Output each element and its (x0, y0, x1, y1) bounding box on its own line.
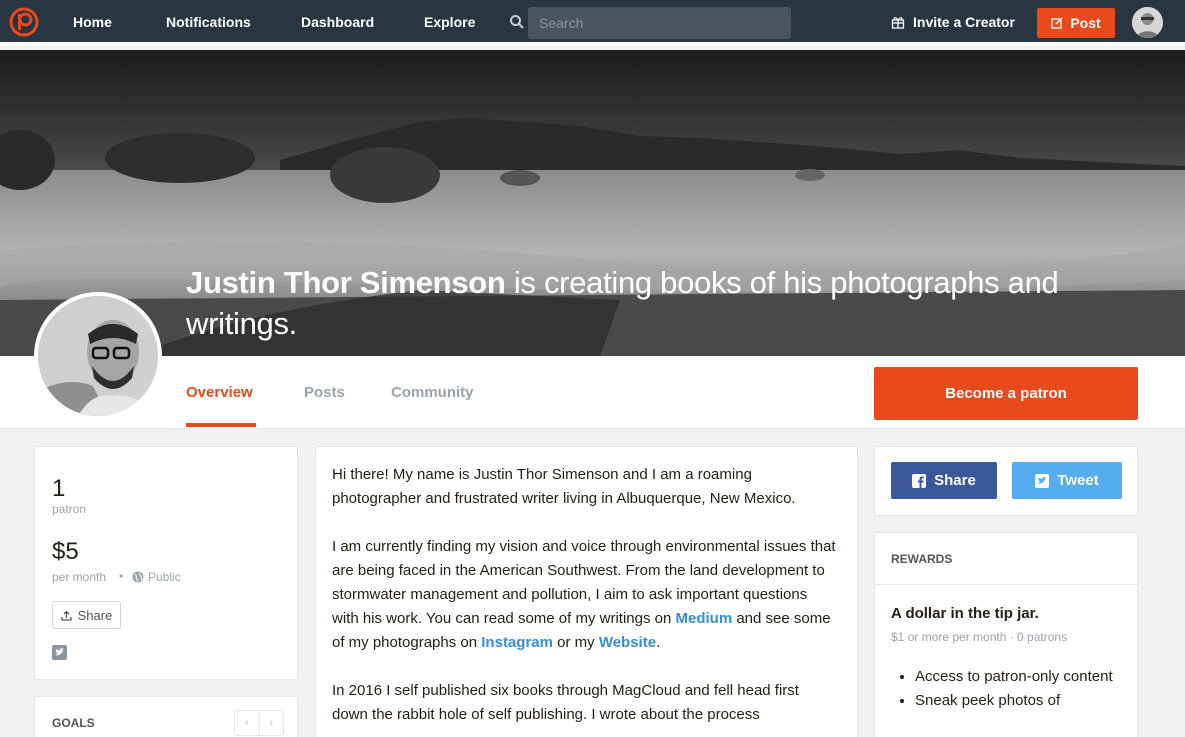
about-card: Hi there! My name is Justin Thor Simenso… (315, 446, 858, 737)
facebook-share-label: Share (934, 472, 976, 489)
patron-label: patron (52, 502, 87, 516)
list-item: Sneak peek photos of (915, 689, 1115, 713)
goals-heading: GOALS (52, 716, 95, 730)
rewards-heading: REWARDS (891, 552, 953, 566)
creator-avatar (34, 292, 162, 420)
post-button[interactable]: Post (1037, 8, 1115, 38)
tab-community[interactable]: Community (391, 384, 474, 401)
chevron-right-icon[interactable]: › (258, 711, 284, 735)
stats-card: 1 patron $5 per month • Public Share (34, 446, 298, 680)
social-share-card: Share Tweet (874, 446, 1138, 516)
tab-overview[interactable]: Overview (186, 384, 253, 401)
patreon-logo-icon[interactable] (9, 7, 39, 37)
facebook-icon (912, 473, 927, 488)
search-input[interactable] (528, 7, 791, 39)
about-paragraph-1: Hi there! My name is Justin Thor Simenso… (332, 466, 796, 507)
about-paragraph-3: In 2016 I self published six books throu… (332, 682, 799, 723)
globe-icon (132, 571, 144, 583)
become-patron-button[interactable]: Become a patron (874, 367, 1138, 420)
rewards-header: REWARDS (875, 533, 1137, 585)
creator-name: Justin Thor Simenson (186, 265, 506, 300)
patron-count: 1 (52, 475, 66, 502)
nav-dashboard-link[interactable]: Dashboard (301, 14, 374, 30)
goals-pager: ‹ › (234, 710, 284, 736)
twitter-icon (1035, 473, 1050, 488)
tab-posts[interactable]: Posts (304, 384, 345, 401)
twitter-icon[interactable] (52, 645, 67, 660)
monthly-amount: $5 (52, 538, 79, 565)
medium-link[interactable]: Medium (676, 610, 733, 627)
amount-label: per month (52, 570, 107, 584)
about-text-run: . (656, 634, 661, 651)
about-text: Hi there! My name is Justin Thor Simenso… (332, 463, 837, 737)
active-tab-indicator (186, 423, 256, 427)
cover-photo: Justin Thor Simenson is creating books o… (0, 50, 1185, 356)
profile-tabbar: Overview Posts Community Become a patron (0, 356, 1185, 429)
post-label: Post (1070, 15, 1101, 31)
about-paragraph-2: I am currently finding my vision and voi… (332, 535, 837, 655)
rewards-card: REWARDS A dollar in the tip jar. $1 or m… (874, 532, 1138, 737)
website-link[interactable]: Website (599, 634, 656, 651)
facebook-share-button[interactable]: Share (891, 462, 997, 499)
share-button[interactable]: Share (52, 601, 121, 629)
reward-tier-price: $1 or more per month · 0 patrons (891, 630, 1068, 644)
visibility-info: Public (132, 570, 181, 584)
search-icon (510, 15, 524, 29)
invite-label: Invite a Creator (913, 14, 1015, 30)
visibility-label: Public (148, 570, 181, 584)
tweet-button[interactable]: Tweet (1012, 462, 1122, 499)
goals-card: GOALS ‹ › (34, 696, 298, 737)
reward-tier-title: A dollar in the tip jar. (891, 605, 1039, 622)
list-item: Access to patron-only content (915, 665, 1115, 689)
tweet-label: Tweet (1057, 472, 1099, 489)
instagram-link[interactable]: Instagram (481, 634, 553, 651)
gift-icon (891, 17, 905, 29)
nav-explore-link[interactable]: Explore (424, 14, 475, 30)
chevron-left-icon[interactable]: ‹ (235, 711, 259, 735)
share-label: Share (77, 607, 113, 623)
separator-dot: • (119, 569, 124, 583)
user-avatar[interactable] (1132, 7, 1163, 38)
nav-notifications-link[interactable]: Notifications (166, 14, 251, 30)
edit-icon (1051, 17, 1063, 29)
top-nav: Home Notifications Dashboard Explore Inv… (0, 0, 1185, 46)
upload-icon (60, 610, 72, 621)
reward-benefits-list: Access to patron-only content Sneak peek… (915, 665, 1115, 713)
about-text-run: or my (552, 634, 599, 651)
creator-headline: Justin Thor Simenson is creating books o… (186, 262, 1066, 344)
nav-home-link[interactable]: Home (73, 14, 112, 30)
invite-creator-link[interactable]: Invite a Creator (891, 14, 1015, 30)
